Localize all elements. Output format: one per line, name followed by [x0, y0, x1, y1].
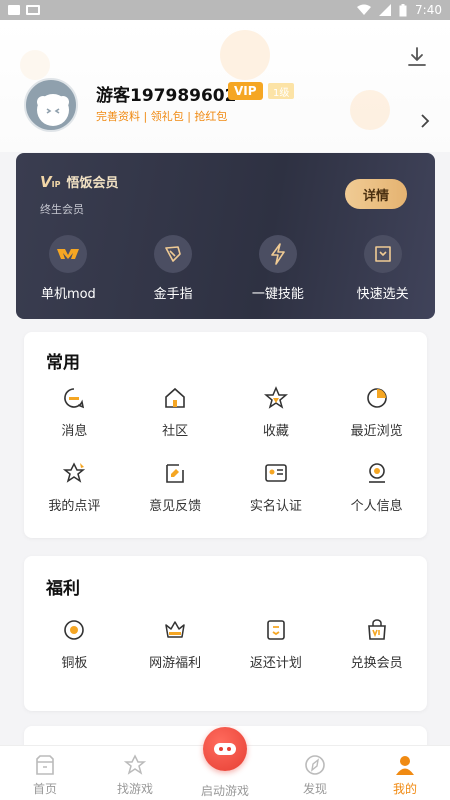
compass-icon: [305, 755, 325, 775]
welfare-title: 福利: [46, 579, 80, 599]
common-title: 常用: [46, 353, 80, 373]
common-item-history[interactable]: 最近浏览: [326, 386, 427, 461]
nav-label: 发现: [302, 782, 327, 796]
grid-item-label: 收藏: [262, 424, 289, 439]
grid-item-label: 铜板: [61, 656, 88, 671]
decor-sun: [220, 30, 270, 80]
vip-item-level-select[interactable]: 快速选关: [330, 235, 435, 302]
review-icon: [63, 462, 86, 483]
common-item-favorites[interactable]: 收藏: [226, 386, 327, 461]
gamepad-icon: [214, 743, 236, 755]
lightning-icon: [258, 235, 297, 273]
signal-icon: [379, 4, 392, 16]
welfare-grid: 铜板 网游福利 返还计划 兑换会员: [24, 618, 427, 693]
nav-item-mine[interactable]: 我的: [360, 746, 450, 800]
community-icon: [165, 387, 185, 408]
common-item-review[interactable]: 我的点评: [24, 461, 125, 536]
decor-sun: [350, 90, 390, 130]
grid-item-label: 意见反馈: [149, 499, 202, 514]
briefcase-notification-icon: [26, 5, 40, 15]
vip-subtitle: 终生会员: [40, 203, 84, 216]
grid-item-label: 返还计划: [249, 656, 302, 671]
common-item-community[interactable]: 社区: [125, 386, 226, 461]
common-item-id-verify[interactable]: 实名认证: [226, 461, 327, 536]
common-item-feedback[interactable]: 意见反馈: [125, 461, 226, 536]
nav-item-discover[interactable]: 发现: [270, 746, 360, 800]
download-icon[interactable]: [406, 46, 428, 68]
vip-item-label: 金手指: [153, 287, 193, 302]
vip-title: 悟饭会员: [66, 176, 119, 191]
grid-item-label: 兑换会员: [350, 656, 403, 671]
level-badge: 1级: [268, 83, 295, 99]
battery-icon: [399, 3, 407, 16]
welfare-item-exchange-vip[interactable]: 兑换会员: [326, 618, 427, 693]
common-item-profile[interactable]: 个人信息: [326, 461, 427, 536]
avatar-face-icon: [37, 94, 69, 126]
wifi-icon: [357, 4, 372, 15]
grid-item-label: 消息: [61, 424, 88, 439]
image-notification-icon: [8, 5, 20, 15]
vip-card: VIP 悟饭会员 终生会员 详情 单机mod 金手指 一键技能 快速选关: [16, 153, 435, 319]
feedback-icon: [166, 464, 184, 483]
star-outline-icon: [124, 754, 146, 775]
grid-item-label: 网游福利: [149, 656, 202, 671]
username[interactable]: 游客197989602: [96, 81, 236, 106]
id-card-icon: [265, 464, 287, 482]
mod-icon: [49, 235, 88, 273]
vip-logo: VIP 悟饭会员: [40, 172, 119, 192]
nav-label: 启动游戏: [200, 784, 249, 798]
nav-label: 找游戏: [116, 782, 153, 796]
chevron-right-icon[interactable]: [420, 114, 430, 128]
vip-item-skill[interactable]: 一键技能: [226, 235, 331, 302]
grid-item-label: 个人信息: [350, 499, 403, 514]
vip-bag-icon: [367, 619, 386, 640]
nav-item-home[interactable]: 首页: [0, 746, 90, 800]
common-grid: 消息 社区 收藏 最近浏览 我的点评 意见反馈 实名认证 个人信息: [24, 386, 427, 536]
vip-item-label: 快速选关: [356, 287, 409, 302]
welfare-item-coin[interactable]: 铜板: [24, 618, 125, 693]
message-icon: [64, 388, 85, 409]
vip-details-button[interactable]: 详情: [345, 179, 407, 209]
launch-game-button[interactable]: [203, 727, 247, 771]
coin-icon: [64, 620, 85, 640]
welfare-item-online-benefits[interactable]: 网游福利: [125, 618, 226, 693]
profile-header: 游客197989602 VIP 1级 完善资料 | 领礼包 | 抢红包: [0, 20, 450, 152]
nav-label: 我的: [392, 782, 417, 796]
profile-links[interactable]: 完善资料 | 领礼包 | 抢红包: [96, 108, 227, 124]
vip-item-golden-finger[interactable]: 金手指: [121, 235, 226, 302]
status-time: 7:40: [415, 3, 442, 17]
person-icon: [368, 463, 385, 483]
welfare-item-rebate[interactable]: 返还计划: [226, 618, 327, 693]
crown-icon: [165, 621, 185, 638]
nav-label: 首页: [32, 782, 57, 796]
vip-item-mod[interactable]: 单机mod: [16, 235, 121, 302]
history-icon: [366, 388, 387, 408]
decor-sun: [20, 50, 50, 80]
common-section: 常用 消息 社区 收藏 最近浏览 我的点评 意见反馈 实名认证 个人信息: [24, 332, 427, 538]
vip-item-label: 一键技能: [251, 287, 304, 302]
grid-item-label: 我的点评: [48, 499, 101, 514]
grid-item-label: 最近浏览: [350, 424, 403, 439]
vip-item-label: 单机mod: [40, 287, 96, 302]
nav-item-find-game[interactable]: 找游戏: [90, 746, 180, 800]
vip-logo-mark: VIP: [40, 172, 61, 191]
welfare-section: 福利 铜板 网游福利 返还计划 兑换会员: [24, 556, 427, 711]
star-icon: [263, 386, 288, 409]
golden-finger-icon: [154, 235, 193, 273]
vip-badge: VIP: [228, 82, 263, 100]
level-select-icon: [363, 235, 402, 273]
user-icon: [396, 756, 414, 775]
home-icon: [36, 755, 54, 775]
rebate-icon: [267, 620, 285, 640]
status-bar: 7:40: [0, 0, 450, 20]
avatar[interactable]: [24, 78, 78, 132]
grid-item-label: 社区: [162, 424, 189, 439]
grid-item-label: 实名认证: [249, 499, 302, 514]
common-item-message[interactable]: 消息: [24, 386, 125, 461]
vip-privileges: 单机mod 金手指 一键技能 快速选关: [16, 235, 435, 302]
